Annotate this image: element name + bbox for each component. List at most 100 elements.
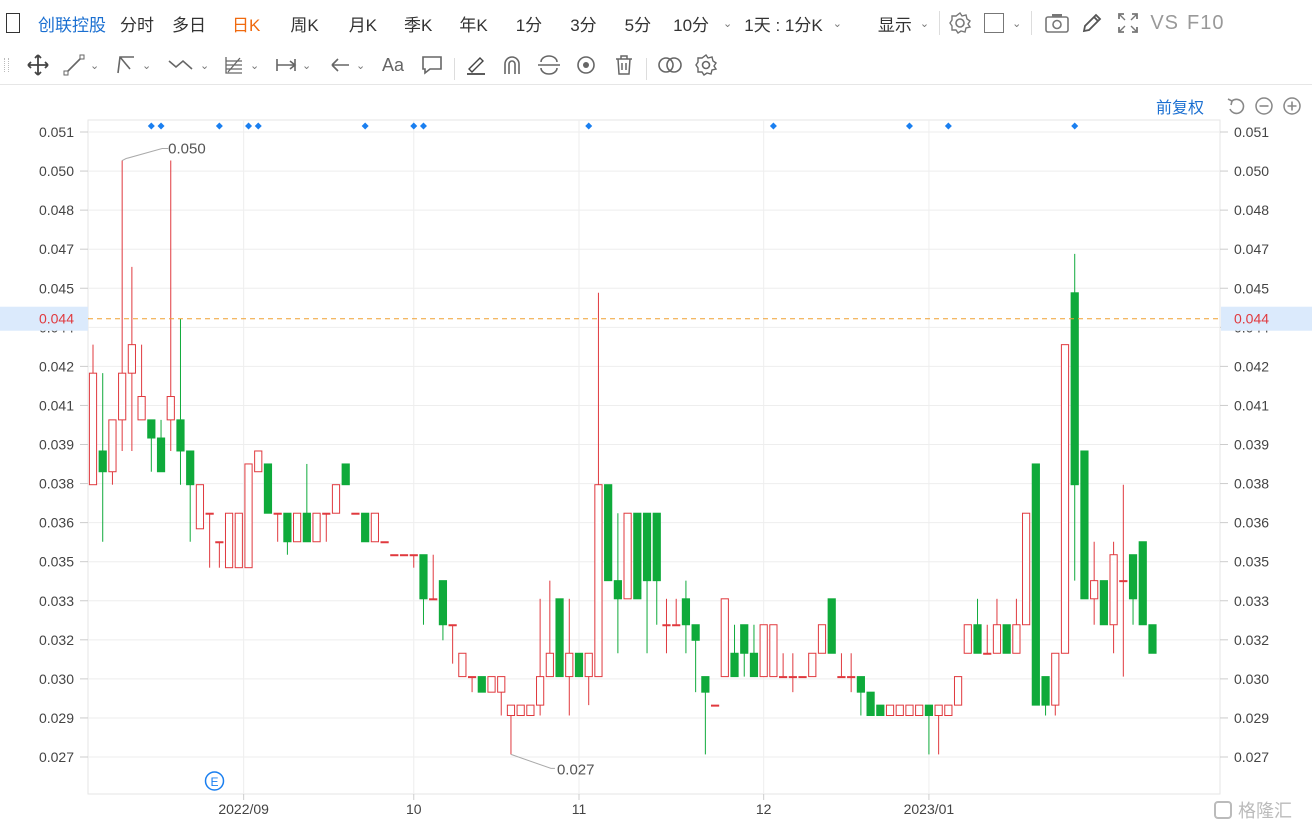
visibility-tool[interactable] (574, 52, 598, 78)
candle[interactable] (652, 512, 661, 625)
candle[interactable] (536, 598, 545, 716)
wave-tool[interactable]: ⌄ (166, 52, 209, 78)
candle[interactable] (176, 318, 185, 485)
candle[interactable] (574, 652, 584, 678)
layout-chevron-icon[interactable]: ⌄ (1012, 17, 1021, 30)
info-diamond-marker[interactable] (245, 122, 253, 130)
candle[interactable] (137, 344, 146, 421)
stock-name[interactable]: 创联控股 (38, 11, 106, 36)
candle[interactable] (341, 463, 350, 486)
candle[interactable] (254, 450, 263, 473)
candle[interactable] (215, 541, 224, 568)
candle[interactable] (953, 676, 963, 706)
tab-3min[interactable]: 3分 (570, 11, 596, 36)
candle[interactable] (847, 653, 856, 693)
candle[interactable] (749, 624, 759, 678)
tab-1min[interactable]: 1分 (516, 11, 542, 36)
candle[interactable] (380, 541, 389, 544)
candle[interactable] (1041, 676, 1050, 716)
candle[interactable] (691, 624, 700, 693)
candle[interactable] (604, 484, 613, 582)
candle[interactable] (1022, 512, 1031, 626)
candle[interactable] (312, 512, 321, 543)
candle[interactable] (477, 676, 486, 693)
display-menu[interactable]: 显示 (878, 11, 912, 36)
candle[interactable] (1109, 541, 1118, 654)
candle[interactable] (992, 598, 1002, 654)
info-diamond-marker[interactable] (944, 122, 952, 130)
candle[interactable] (837, 653, 846, 679)
candle[interactable] (701, 676, 710, 755)
candle[interactable] (876, 704, 885, 717)
candle[interactable] (118, 160, 127, 451)
candle[interactable] (293, 512, 302, 543)
line-tool-chevron-icon[interactable]: ⌄ (90, 59, 99, 72)
candle[interactable] (487, 676, 496, 693)
candle[interactable] (351, 512, 360, 515)
candle[interactable] (642, 512, 652, 654)
candle[interactable] (195, 484, 205, 530)
candle[interactable] (147, 419, 156, 472)
candle[interactable] (516, 704, 525, 717)
drag-handle-icon[interactable] (4, 58, 9, 72)
candle[interactable] (856, 676, 865, 716)
info-diamond-marker[interactable] (254, 122, 262, 130)
candle[interactable] (1080, 450, 1089, 600)
candle[interactable] (973, 598, 982, 654)
candle[interactable] (1128, 554, 1138, 625)
tab-5min[interactable]: 5分 (625, 11, 651, 36)
candle[interactable] (808, 652, 817, 678)
candle[interactable] (817, 624, 827, 654)
info-diamond-marker[interactable] (410, 122, 418, 130)
info-diamond-marker[interactable] (215, 122, 223, 130)
candle[interactable] (866, 691, 875, 717)
candle[interactable] (924, 704, 934, 755)
fib-tool-chevron-icon[interactable]: ⌄ (250, 59, 259, 72)
settings-gear-icon[interactable] (948, 11, 972, 35)
candle[interactable] (390, 554, 399, 557)
measure-tool-chevron-icon[interactable]: ⌄ (302, 59, 311, 72)
arrow-tool-chevron-icon[interactable]: ⌄ (356, 59, 365, 72)
delete-tool[interactable] (612, 52, 636, 78)
candle[interactable] (633, 512, 642, 600)
candle[interactable] (127, 266, 136, 451)
period-select-chevron-icon[interactable]: ⌄ (833, 17, 842, 30)
candle[interactable] (419, 554, 428, 625)
candle[interactable] (681, 580, 691, 654)
candle[interactable] (759, 624, 768, 678)
candle[interactable] (224, 512, 234, 569)
draw-pen-tool[interactable] (464, 52, 488, 78)
candle[interactable] (963, 624, 972, 654)
candle[interactable] (331, 484, 341, 514)
candle[interactable] (885, 704, 895, 717)
period-select[interactable]: 1天 : 1分K (744, 11, 822, 36)
candle[interactable] (613, 513, 622, 654)
candle[interactable] (740, 624, 749, 677)
candle[interactable] (1051, 652, 1060, 716)
candle[interactable] (370, 512, 379, 543)
magnet-tool[interactable] (500, 52, 524, 78)
info-diamond-marker[interactable] (585, 122, 593, 130)
tab-week-k[interactable]: 周K (290, 11, 318, 36)
candle[interactable] (302, 463, 311, 543)
candle[interactable] (905, 704, 914, 717)
candle[interactable] (273, 512, 282, 542)
candle[interactable] (779, 653, 788, 679)
candle[interactable] (720, 598, 729, 678)
comment-tool[interactable] (420, 52, 444, 78)
wave-tool-chevron-icon[interactable]: ⌄ (200, 59, 209, 72)
fullscreen-icon[interactable] (1116, 11, 1140, 35)
candle[interactable] (798, 676, 807, 679)
candle[interactable] (186, 450, 195, 542)
text-tool[interactable]: Aa (382, 52, 404, 78)
compare-tool[interactable] (656, 52, 684, 78)
tab-10min[interactable]: 10分 (673, 11, 709, 36)
info-diamond-marker[interactable] (905, 122, 913, 130)
candle[interactable] (934, 704, 943, 755)
candle[interactable] (506, 704, 516, 755)
candle[interactable] (283, 512, 292, 555)
info-diamond-marker[interactable] (769, 122, 777, 130)
move-tool[interactable] (26, 52, 50, 78)
candle[interactable] (594, 292, 603, 678)
candle[interactable] (788, 653, 797, 693)
